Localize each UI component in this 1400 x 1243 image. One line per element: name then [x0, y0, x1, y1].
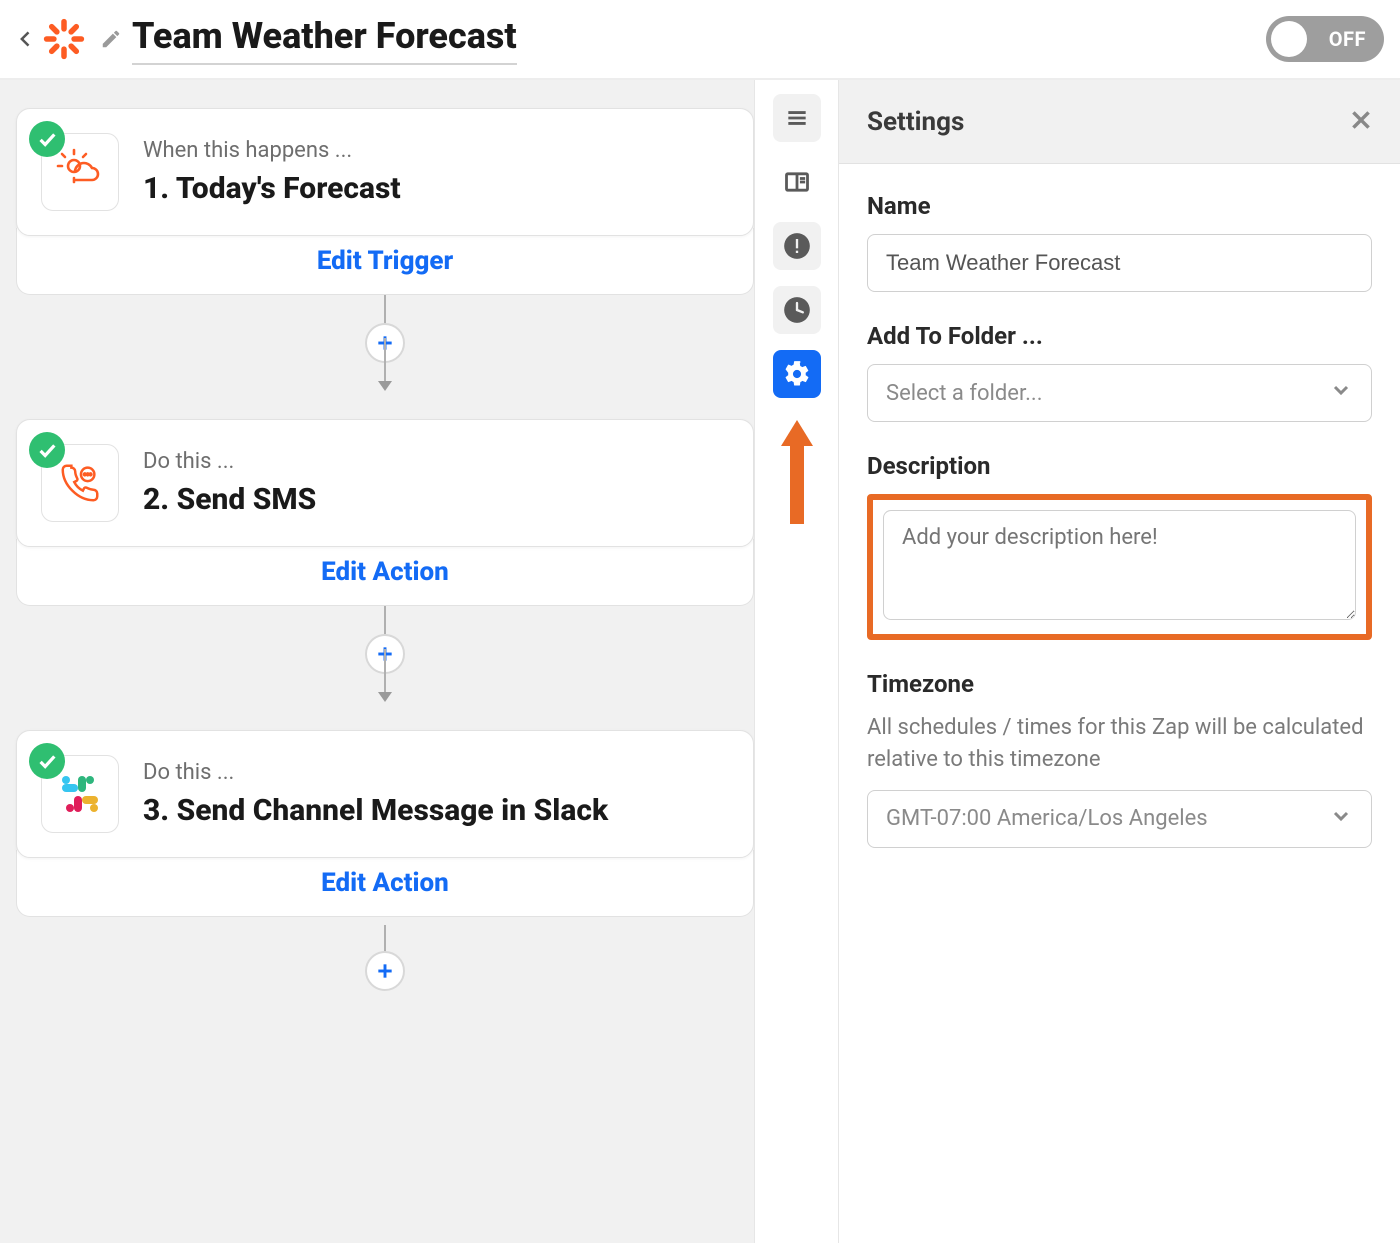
step-prelabel: Do this ... [143, 449, 316, 474]
settings-title: Settings [867, 107, 964, 137]
chevron-down-icon [1329, 804, 1353, 834]
settings-header: Settings [839, 80, 1400, 164]
on-off-toggle[interactable]: OFF [1266, 16, 1384, 62]
annotation-arrow-icon [781, 420, 813, 524]
step-connector [305, 295, 465, 391]
check-icon [29, 121, 65, 157]
folder-label: Add To Folder ... [867, 322, 1372, 350]
step-title: 1. Today's Forecast [143, 171, 401, 206]
close-icon[interactable] [1348, 107, 1374, 137]
menu-icon[interactable] [773, 94, 821, 142]
toggle-label: OFF [1329, 27, 1366, 51]
timezone-helper: All schedules / times for this Zap will … [867, 712, 1372, 776]
check-icon [29, 743, 65, 779]
step-card-send-sms[interactable]: Do this ... 2. Send SMS [16, 419, 754, 547]
step-card-slack[interactable]: Do this ... 3. Send Channel Message in S… [16, 730, 754, 858]
back-arrow-icon[interactable] [16, 29, 36, 49]
step-title: 2. Send SMS [143, 482, 316, 517]
annotation-highlight-box [867, 494, 1372, 640]
folder-select[interactable]: Select a folder... [867, 364, 1372, 422]
description-field-group: Description [867, 452, 1372, 640]
side-rail [754, 80, 838, 1243]
gear-icon[interactable] [773, 350, 821, 398]
edit-action-link[interactable]: Edit Action [321, 868, 449, 898]
alert-icon[interactable] [773, 222, 821, 270]
zap-steps-canvas: When this happens ... 1. Today's Forecas… [0, 80, 754, 1243]
step-title: 3. Send Channel Message in Slack [143, 793, 608, 828]
zap-title[interactable]: Team Weather Forecast [132, 15, 517, 57]
description-textarea[interactable] [883, 510, 1356, 620]
name-input[interactable] [867, 234, 1372, 292]
timezone-label: Timezone [867, 670, 1372, 698]
step-prelabel: Do this ... [143, 760, 608, 785]
check-icon [29, 432, 65, 468]
toggle-knob [1271, 21, 1307, 57]
edit-action-link[interactable]: Edit Action [321, 557, 449, 587]
timezone-value: GMT-07:00 America/Los Angeles [886, 806, 1208, 831]
description-label: Description [867, 452, 1372, 480]
settings-panel: Settings Name Add To Folder ... Select a… [838, 80, 1400, 1243]
zapier-logo-icon [42, 17, 86, 61]
name-field-group: Name [867, 192, 1372, 292]
name-label: Name [867, 192, 1372, 220]
timezone-field-group: Timezone All schedules / times for this … [867, 670, 1372, 848]
step-prelabel: When this happens ... [143, 138, 401, 163]
folder-placeholder: Select a folder... [886, 381, 1043, 406]
edit-action-bar[interactable]: Edit Action [16, 539, 754, 606]
add-step-button[interactable] [365, 951, 405, 991]
timezone-select[interactable]: GMT-07:00 America/Los Angeles [867, 790, 1372, 848]
edit-trigger-link[interactable]: Edit Trigger [317, 246, 453, 276]
folder-field-group: Add To Folder ... Select a folder... [867, 322, 1372, 422]
step-card-trigger[interactable]: When this happens ... 1. Today's Forecas… [16, 108, 754, 236]
panel-icon[interactable] [773, 158, 821, 206]
pencil-icon[interactable] [100, 28, 122, 50]
chevron-down-icon [1329, 378, 1353, 408]
edit-trigger-bar[interactable]: Edit Trigger [16, 228, 754, 295]
step-connector-tail [305, 917, 465, 991]
edit-action-bar[interactable]: Edit Action [16, 850, 754, 917]
app-header: Team Weather Forecast OFF [0, 0, 1400, 80]
clock-icon[interactable] [773, 286, 821, 334]
step-connector [305, 606, 465, 702]
